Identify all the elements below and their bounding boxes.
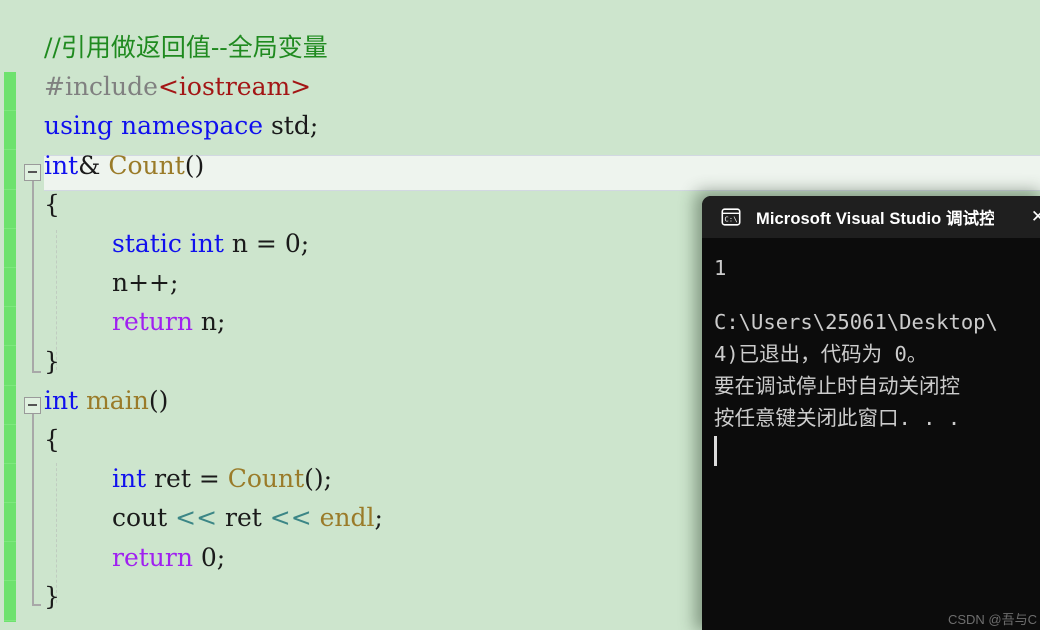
code-token: endl xyxy=(319,503,375,533)
code-token: } xyxy=(44,581,60,611)
console-text-cursor xyxy=(714,436,717,466)
change-indicator-segment xyxy=(4,72,16,112)
code-line[interactable]: static int n = 0; xyxy=(112,224,309,263)
console-output-line: 1 xyxy=(714,256,727,280)
code-token: ret xyxy=(225,503,270,533)
code-line[interactable]: { xyxy=(44,420,60,459)
code-token: using namespace xyxy=(44,111,271,141)
code-token: << xyxy=(175,503,225,533)
change-indicator-bar xyxy=(4,72,16,622)
collapse-count-function[interactable] xyxy=(24,164,41,181)
code-token: int xyxy=(44,150,79,180)
change-indicator-segment xyxy=(4,542,16,582)
svg-text:C:\: C:\ xyxy=(724,215,737,224)
outline-guide-main xyxy=(32,413,34,606)
console-output-area[interactable]: 1 C:\Users\25061\Desktop\ 4)已退出，代码为 0。 要… xyxy=(702,238,1040,630)
code-line[interactable]: return n; xyxy=(112,302,225,341)
code-token: <iostream> xyxy=(157,72,312,102)
code-token: () xyxy=(184,150,205,180)
code-token: Count xyxy=(108,150,185,180)
code-token: n = 0; xyxy=(231,229,310,258)
change-indicator-segment xyxy=(4,386,16,425)
outline-guide-count xyxy=(32,180,34,373)
code-token: ; xyxy=(374,503,383,533)
code-token: static int xyxy=(112,229,232,258)
code-token: main xyxy=(86,385,149,415)
code-line[interactable]: } xyxy=(44,577,60,616)
code-line[interactable]: cout << ret << endl; xyxy=(112,498,383,537)
code-token: { xyxy=(44,425,60,454)
change-indicator-segment xyxy=(4,111,16,151)
code-token: & xyxy=(78,150,109,180)
code-line[interactable]: } xyxy=(44,342,60,381)
code-token: std; xyxy=(270,111,319,141)
change-indicator-segment xyxy=(4,581,16,621)
code-line[interactable]: using namespace std; xyxy=(44,106,318,145)
code-line[interactable]: int& Count() xyxy=(44,146,204,185)
code-token: int xyxy=(44,385,87,415)
console-output-line: 按任意键关闭此窗口. . . xyxy=(714,406,961,430)
outline-guide-foot-main xyxy=(32,604,41,606)
code-token: return xyxy=(112,542,193,572)
change-indicator-segment xyxy=(4,150,16,190)
code-token: { xyxy=(44,189,60,219)
code-token: ret = xyxy=(154,464,228,494)
console-title-text: Microsoft Visual Studio 调试控制台 xyxy=(756,210,994,228)
console-output-line: C:\Users\25061\Desktop\ xyxy=(714,310,998,334)
watermark: CSDN @吾与C xyxy=(947,612,1037,627)
change-indicator-segment xyxy=(4,229,16,268)
console-output-line: 要在调试停止时自动关闭控 xyxy=(714,374,960,398)
code-token: return xyxy=(112,307,193,337)
change-indicator-segment xyxy=(4,425,16,464)
change-indicator-segment xyxy=(4,307,16,347)
code-token: (); xyxy=(304,464,333,494)
code-token: } xyxy=(44,346,60,376)
code-line[interactable]: int ret = Count(); xyxy=(112,459,332,498)
code-line[interactable]: //引用做返回值--全局变量 xyxy=(44,28,328,67)
code-token: #include xyxy=(44,72,158,102)
code-token: cout xyxy=(112,503,176,533)
close-icon[interactable]: ✕ xyxy=(1025,206,1040,228)
code-token: << xyxy=(269,503,320,533)
console-cmd-icon: C:\ xyxy=(720,206,742,228)
code-token: int xyxy=(112,464,155,494)
code-line[interactable]: return 0; xyxy=(112,538,225,577)
code-token: Count xyxy=(227,464,305,494)
collapse-main-function[interactable] xyxy=(24,397,41,414)
change-indicator-segment xyxy=(4,346,16,386)
console-window[interactable]: C:\ Microsoft Visual Studio 调试控制台 ✕ 1 C:… xyxy=(702,196,1040,630)
code-token: n++; xyxy=(112,268,179,298)
change-indicator-segment xyxy=(4,268,16,308)
code-token: 0; xyxy=(192,542,226,572)
code-token: n; xyxy=(192,307,226,337)
code-token: () xyxy=(148,385,169,415)
code-token: //引用做返回值--全局变量 xyxy=(44,33,328,62)
console-output-line: 4)已退出，代码为 0。 xyxy=(714,342,928,366)
code-line[interactable]: { xyxy=(44,185,60,224)
code-line[interactable]: #include<iostream> xyxy=(44,67,311,106)
screen-root: //引用做返回值--全局变量 #include<iostream> using na… xyxy=(0,0,1040,630)
code-line[interactable]: int main() xyxy=(44,381,168,420)
console-titlebar[interactable]: C:\ Microsoft Visual Studio 调试控制台 ✕ xyxy=(702,196,1040,238)
change-indicator-segment xyxy=(4,503,16,543)
change-indicator-segment xyxy=(4,464,16,504)
change-indicator-segment xyxy=(4,190,16,229)
outline-guide-foot-count xyxy=(32,371,41,373)
code-line[interactable]: n++; xyxy=(112,263,178,302)
